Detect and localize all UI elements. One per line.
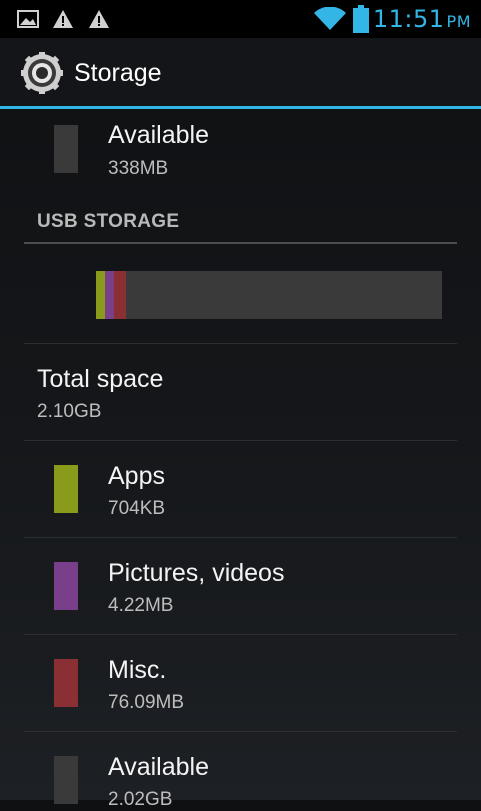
- warning-icon: [53, 10, 73, 28]
- item-value: 2.02GB: [108, 789, 173, 810]
- item-label: Pictures, videos: [108, 559, 285, 587]
- status-bar: 11:51 PM: [0, 0, 481, 38]
- color-swatch: [54, 659, 78, 707]
- divider: [24, 634, 457, 635]
- usage-segment-misc: [114, 271, 127, 319]
- battery-icon: [353, 5, 369, 33]
- item-label: Misc.: [108, 656, 167, 684]
- action-bar: Storage: [0, 38, 481, 109]
- section-header-usb-storage: USB STORAGE: [37, 211, 180, 232]
- color-swatch: [54, 756, 78, 804]
- divider: [24, 343, 457, 344]
- divider: [24, 731, 457, 732]
- wifi-icon: [314, 7, 346, 30]
- item-value: 76.09MB: [108, 692, 185, 713]
- divider: [24, 440, 457, 441]
- clock-ampm: PM: [446, 12, 471, 31]
- item-label: Total space: [37, 365, 164, 393]
- divider: [24, 537, 457, 538]
- usage-bar: [96, 271, 442, 319]
- color-swatch: [54, 125, 78, 173]
- item-value: 2.10GB: [37, 401, 102, 422]
- usage-segment-apps: [96, 271, 105, 319]
- section-divider: [24, 242, 457, 244]
- picture-icon: [17, 10, 39, 28]
- color-swatch: [54, 562, 78, 610]
- item-label: Available: [108, 753, 210, 781]
- color-swatch: [54, 465, 78, 513]
- item-label: Apps: [108, 462, 165, 490]
- item-label: Available: [108, 121, 210, 149]
- clock: 11:51 PM: [373, 5, 471, 33]
- warning-icon: [89, 10, 109, 28]
- item-value: 338MB: [108, 158, 169, 179]
- action-bar-divider: [0, 106, 481, 109]
- page-title: Storage: [74, 59, 162, 87]
- clock-time: 11:51: [372, 5, 445, 33]
- settings-gear-icon[interactable]: [21, 52, 63, 94]
- item-value: 4.22MB: [108, 595, 174, 616]
- usage-segment-pictures-videos: [104, 271, 115, 319]
- item-value: 704KB: [108, 498, 166, 519]
